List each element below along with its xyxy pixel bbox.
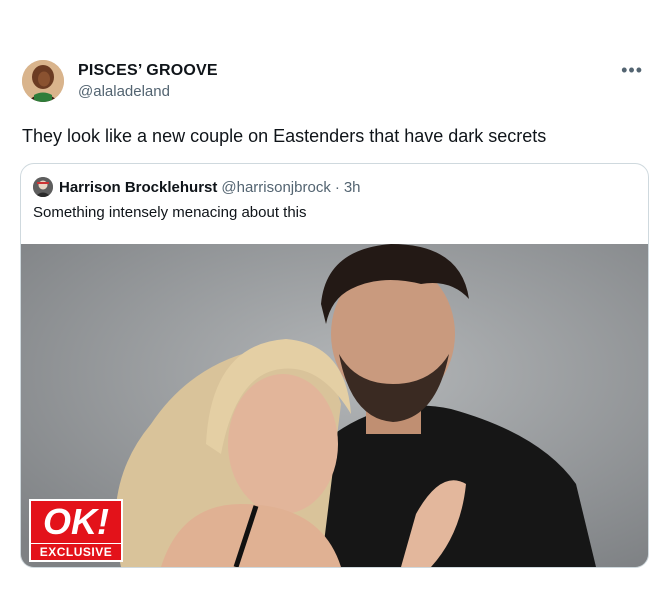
author-handle[interactable]: @alaladeland xyxy=(78,83,218,100)
author-block: PISCES’ GROOVE @alaladeland xyxy=(78,62,218,100)
quoted-author-avatar xyxy=(33,177,53,197)
quoted-tweet-text: Something intensely menacing about this xyxy=(33,204,307,221)
more-options-icon[interactable]: ••• xyxy=(621,60,643,81)
tweet-text: They look like a new couple on Eastender… xyxy=(22,126,547,146)
exclusive-label: EXCLUSIVE xyxy=(29,543,123,562)
quoted-author-handle: @harrisonjbrock xyxy=(221,178,331,196)
quoted-author-name: Harrison Brocklehurst xyxy=(59,178,218,196)
quoted-tweet-header: Harrison Brocklehurst @harrisonjbrock · … xyxy=(33,177,361,197)
author-display-name[interactable]: PISCES’ GROOVE xyxy=(78,62,218,80)
quoted-timestamp: 3h xyxy=(343,178,361,196)
quoted-separator: · xyxy=(334,178,340,196)
quoted-tweet-card[interactable]: Harrison Brocklehurst @harrisonjbrock · … xyxy=(20,163,649,568)
ok-exclusive-logo: OK! EXCLUSIVE xyxy=(29,499,123,562)
author-avatar[interactable] xyxy=(22,60,64,102)
ok-logo-text: OK! xyxy=(29,499,123,543)
quoted-tweet-photo[interactable]: OK! EXCLUSIVE xyxy=(21,244,648,567)
